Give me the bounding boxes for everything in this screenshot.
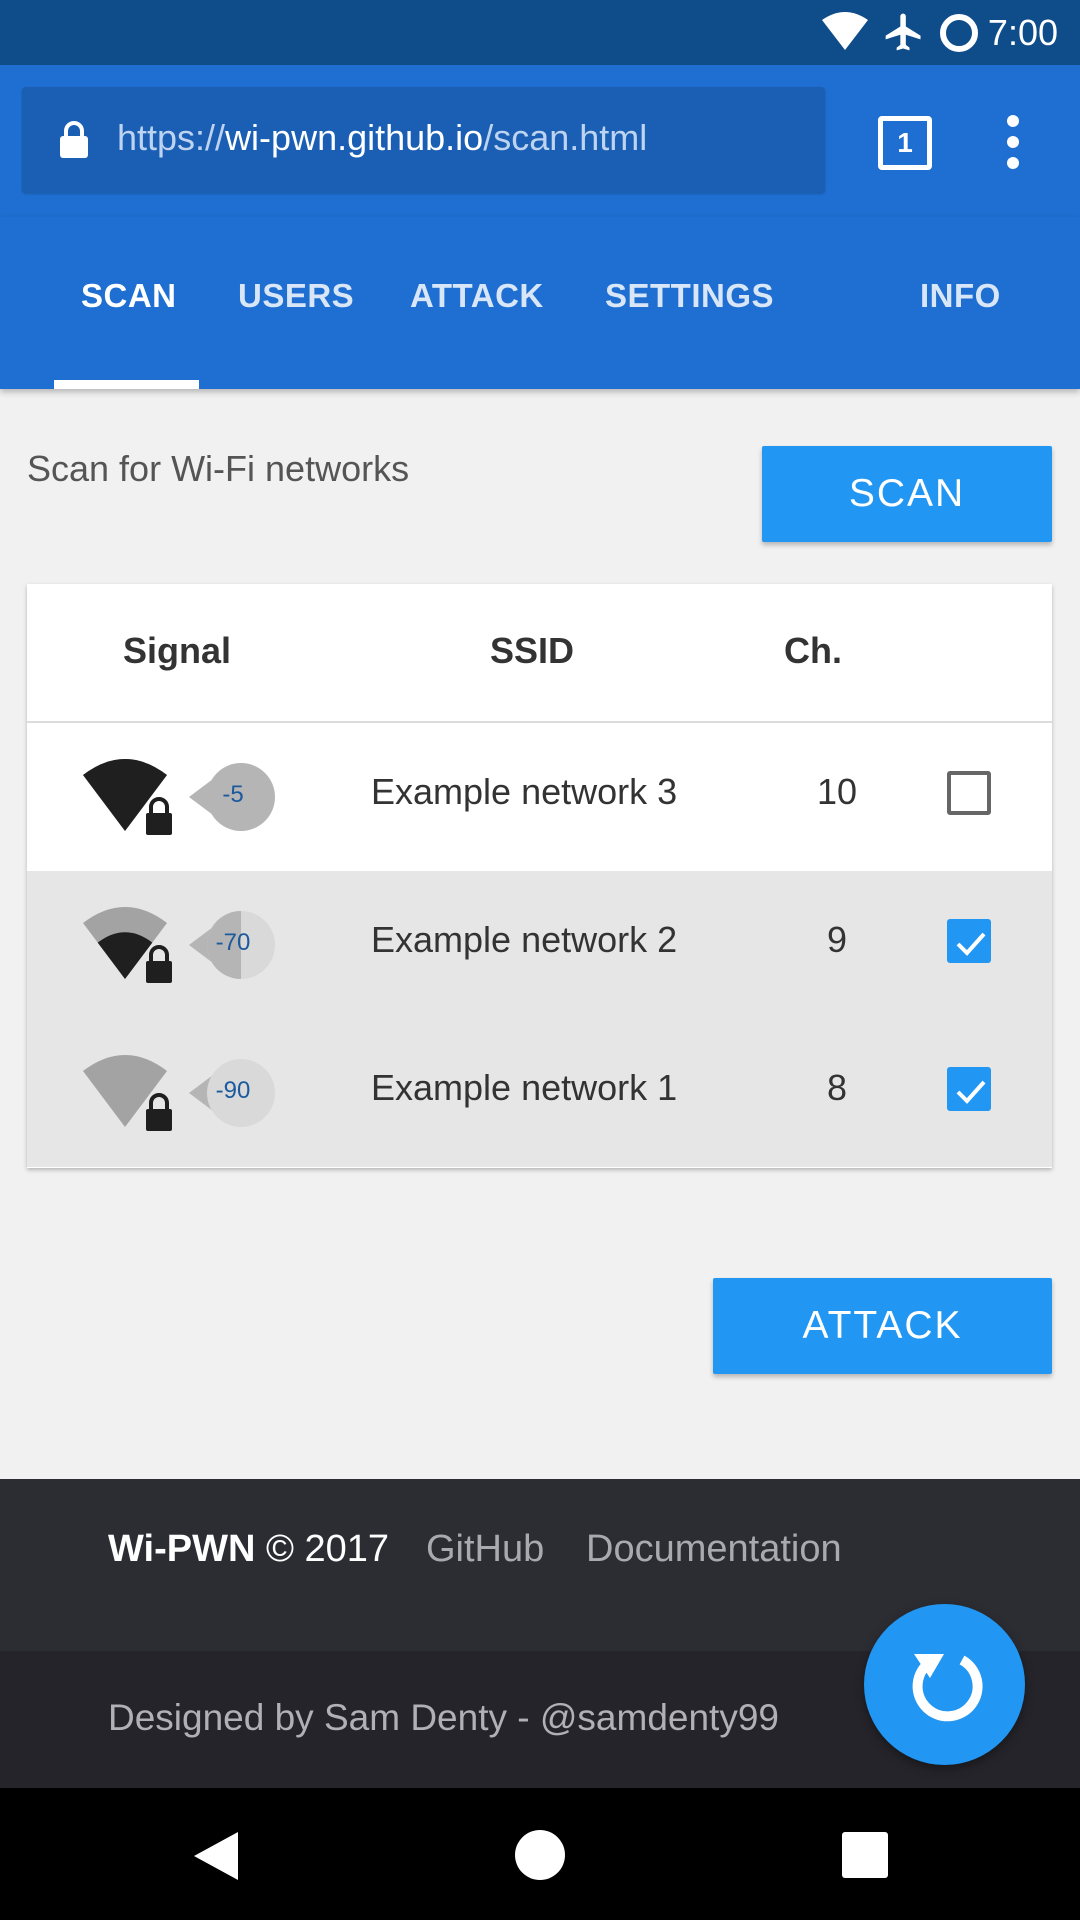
table-row[interactable]: -70 Example network 2 9 [27, 871, 1052, 1019]
tab-settings[interactable]: SETTINGS [605, 277, 774, 315]
url-scheme: https:// [117, 117, 226, 158]
tab-scan[interactable]: SCAN [81, 277, 177, 315]
channel-cell: 10 [816, 771, 858, 812]
header-signal: Signal [123, 630, 232, 671]
active-tab-indicator [54, 380, 199, 389]
back-icon[interactable] [190, 1830, 240, 1882]
channel-cell: 8 [826, 1067, 848, 1108]
footer-brand: Wi-PWN © 2017 [108, 1528, 389, 1571]
lock-icon [60, 121, 88, 158]
tab-switcher-button[interactable]: 1 [878, 116, 932, 170]
refresh-icon [912, 1654, 983, 1722]
status-bar: 7:00 [0, 0, 1080, 65]
footer-link-documentation[interactable]: Documentation [586, 1528, 842, 1571]
url-text[interactable]: https://wi-pwn.github.io/scan.html [117, 117, 647, 159]
url-bar[interactable]: https://wi-pwn.github.io/scan.html [22, 87, 825, 193]
footer-link-github[interactable]: GitHub [426, 1528, 544, 1571]
rssi-value: -5 [222, 781, 244, 808]
designed-by: Designed by Sam Denty - @samdenty99 [108, 1697, 779, 1738]
check-icon [956, 932, 986, 956]
tab-users[interactable]: USERS [238, 277, 354, 315]
select-checkbox[interactable] [947, 771, 991, 815]
networks-table: Signal SSID Ch. -5 Example network 3 10 … [27, 584, 1052, 1168]
brand-name: Wi-PWN [108, 1528, 256, 1570]
rssi-value: -90 [215, 1077, 251, 1104]
attack-button[interactable]: ATTACK [713, 1278, 1052, 1374]
ssid-cell: Example network 2 [371, 919, 678, 960]
tab-attack[interactable]: ATTACK [410, 277, 544, 315]
rssi-value: -70 [215, 929, 251, 956]
nav-tabs: SCAN USERS ATTACK SETTINGS INFO [0, 217, 1080, 389]
table-header: Signal SSID Ch. [27, 584, 1052, 723]
table-row[interactable]: -90 Example network 1 8 [27, 1019, 1052, 1167]
url-path: /scan.html [483, 117, 648, 158]
browser-toolbar: https://wi-pwn.github.io/scan.html 1 [0, 65, 1080, 217]
refresh-fab[interactable] [864, 1604, 1025, 1765]
scan-button[interactable]: SCAN [762, 446, 1052, 542]
header-channel: Ch. [784, 630, 842, 671]
header-ssid: SSID [490, 630, 575, 671]
ssid-cell: Example network 1 [371, 1067, 678, 1108]
select-checkbox[interactable] [947, 1067, 991, 1111]
tab-info[interactable]: INFO [920, 277, 1001, 315]
more-menu-icon[interactable] [1005, 115, 1021, 178]
status-time: 7:00 [987, 12, 1058, 53]
scan-label: Scan for Wi-Fi networks [27, 448, 410, 489]
check-icon [956, 1080, 986, 1104]
select-checkbox[interactable] [947, 919, 991, 963]
wifi-signal-icon [83, 907, 172, 983]
system-nav-bar [0, 1788, 1080, 1920]
airplane-icon [885, 13, 921, 51]
ssid-cell: Example network 3 [371, 771, 678, 812]
channel-cell: 9 [826, 919, 848, 960]
circle-icon [940, 14, 978, 52]
wifi-signal-icon [83, 759, 172, 835]
wifi-icon [822, 12, 868, 50]
url-host: wi-pwn.github.io [225, 117, 484, 158]
wifi-signal-icon [83, 1055, 172, 1131]
table-row[interactable]: -5 Example network 3 10 [27, 723, 1052, 871]
home-icon[interactable] [514, 1829, 566, 1881]
recents-icon[interactable] [842, 1832, 888, 1878]
copyright: © 2017 [265, 1528, 390, 1570]
